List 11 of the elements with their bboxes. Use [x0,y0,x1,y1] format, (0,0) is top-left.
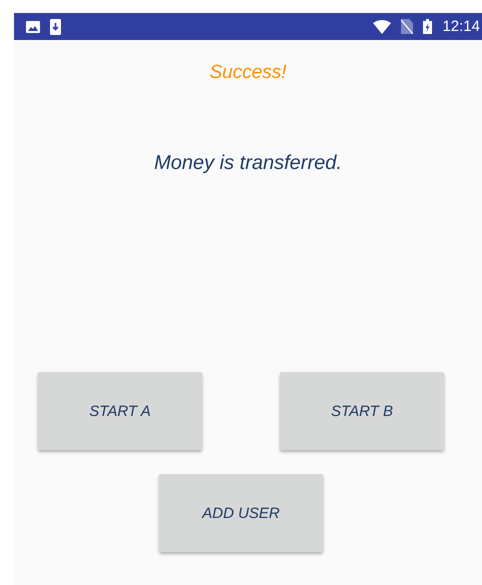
no-sim-icon [401,19,414,34]
start-button[interactable]: START A [38,372,202,450]
download-icon [50,18,61,34]
battery-charging-icon [423,19,432,34]
image-icon [26,20,40,32]
wifi-icon [373,20,392,34]
status-message: Money is transferred. [153,152,343,175]
start-button[interactable]: START B [280,372,444,450]
clock-time: 12:14 [442,18,480,35]
success-title: Success! [208,62,288,84]
add-user-button[interactable]: ADD USER [159,474,323,552]
